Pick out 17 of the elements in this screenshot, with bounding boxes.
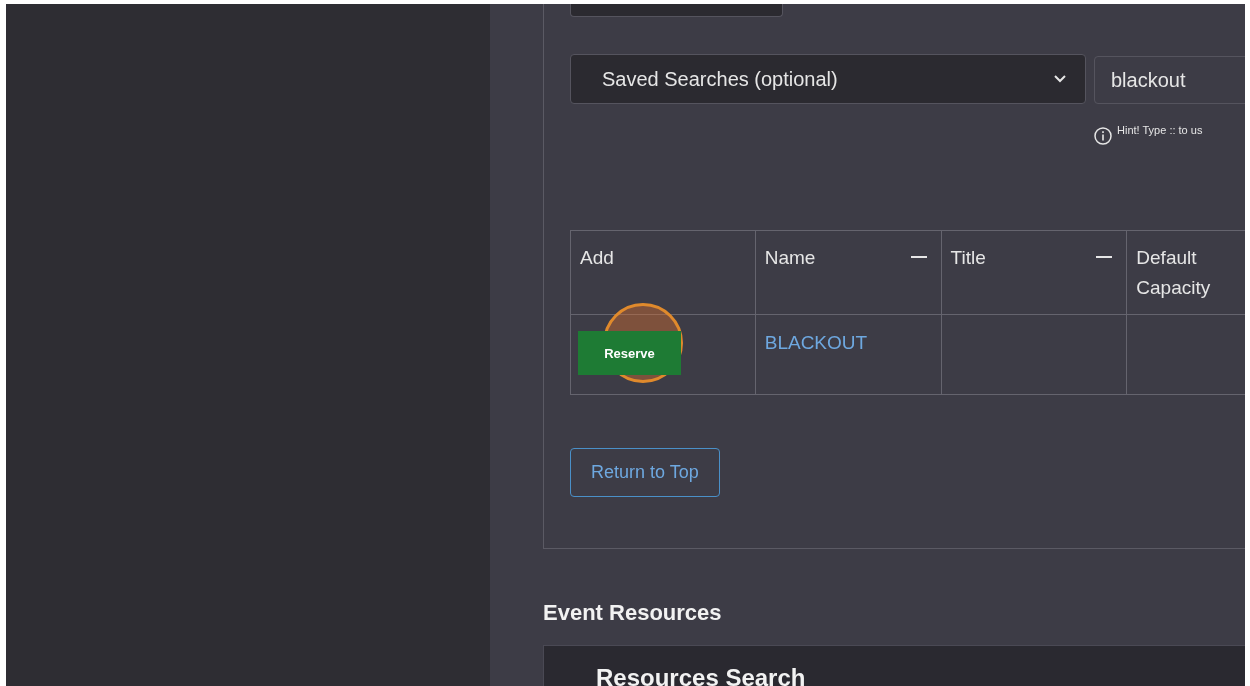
minus-icon[interactable] xyxy=(910,256,927,260)
panel-title: Resources Search xyxy=(596,664,806,686)
chevron-down-icon xyxy=(1053,74,1067,84)
input-field[interactable] xyxy=(570,4,783,17)
column-header: Title xyxy=(950,246,987,270)
column-header: Add xyxy=(580,246,615,270)
section-title: Event Resources xyxy=(543,599,723,627)
search-field[interactable]: blackout xyxy=(1094,56,1245,104)
reserve-button[interactable]: Reserve xyxy=(578,331,681,375)
resource-link[interactable]: BLACKOUT xyxy=(764,332,868,353)
return-to-top-button[interactable]: Return to Top xyxy=(570,448,720,497)
saved-searches-dropdown[interactable]: Saved Searches (optional) xyxy=(570,54,1086,104)
hint-text: Hint! Type :: to us xyxy=(1117,123,1203,138)
column-header: Default Capacity xyxy=(1136,246,1212,300)
info-icon xyxy=(1093,126,1113,146)
minus-icon[interactable] xyxy=(1096,256,1113,260)
column-header: Name xyxy=(764,246,817,270)
